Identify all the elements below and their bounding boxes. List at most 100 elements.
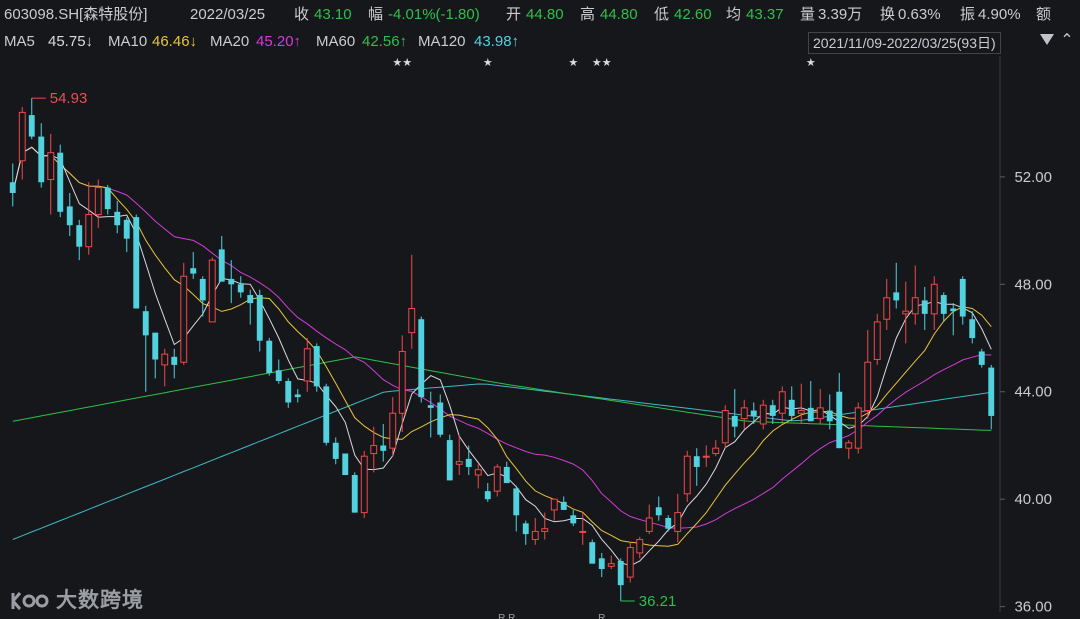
candle-body xyxy=(66,206,73,226)
candle-body xyxy=(370,444,378,455)
candle-body xyxy=(380,445,387,451)
candle-body xyxy=(702,455,710,458)
candle-body xyxy=(522,523,529,535)
candle-body xyxy=(978,351,985,365)
candle xyxy=(484,483,491,502)
candle-body xyxy=(826,410,833,422)
candle-body xyxy=(570,515,577,524)
candle xyxy=(769,399,776,424)
candle-body xyxy=(921,300,928,314)
candle xyxy=(474,464,482,489)
candle xyxy=(759,399,767,430)
ma120-line xyxy=(12,383,992,540)
candle-body xyxy=(275,370,282,382)
candle xyxy=(47,133,55,215)
candle-body xyxy=(38,136,45,183)
candle xyxy=(607,555,615,570)
candle xyxy=(503,461,510,484)
event-star-marker: ★★ xyxy=(592,57,612,69)
candle xyxy=(959,276,966,325)
candle-body xyxy=(427,405,434,408)
candle-body xyxy=(674,512,682,532)
ma60-line xyxy=(12,356,992,431)
candle-body xyxy=(57,152,64,212)
candle-body xyxy=(531,530,539,540)
candle xyxy=(437,394,444,438)
candle-body xyxy=(940,295,947,314)
ma10-line xyxy=(12,146,992,547)
candle-body xyxy=(360,455,368,514)
candle-body xyxy=(902,310,910,315)
candle xyxy=(778,386,786,424)
candle xyxy=(579,512,587,545)
candlestick-chart[interactable]: 52.0048.0044.0040.0036.00 ★★ ★ ★ ★★ ★R RR 54… xyxy=(0,0,1080,619)
candle-body xyxy=(218,249,225,282)
candle xyxy=(864,329,872,419)
candle xyxy=(731,389,738,438)
moving-average-lines xyxy=(12,146,992,567)
max-price-label: 54.93 xyxy=(50,90,88,107)
event-star-marker: ★★ xyxy=(392,57,412,69)
candle-body xyxy=(313,346,320,387)
candle-body xyxy=(769,405,776,416)
candle xyxy=(978,348,985,368)
candle xyxy=(617,558,624,601)
candle xyxy=(721,405,729,449)
candle-body xyxy=(484,491,491,500)
candle xyxy=(218,235,225,282)
candle-body xyxy=(969,319,976,339)
candle xyxy=(57,144,64,218)
candle-body xyxy=(398,350,406,414)
candle-body xyxy=(740,407,748,420)
bottom-marker: R R xyxy=(498,613,515,619)
candle-body xyxy=(579,530,587,533)
candle-body xyxy=(893,292,900,301)
candle xyxy=(589,539,596,564)
candle xyxy=(152,332,159,379)
candle-body xyxy=(247,295,254,304)
candle xyxy=(531,517,539,545)
candle-body xyxy=(161,353,169,366)
candle xyxy=(66,192,73,236)
candle xyxy=(788,386,795,422)
candle-body xyxy=(959,278,966,317)
watermark-text: 大数跨境 xyxy=(56,589,144,612)
candle-body xyxy=(18,111,26,162)
y-tick-label: 48.00 xyxy=(1014,276,1052,293)
candle xyxy=(332,437,339,465)
candle-body xyxy=(807,407,814,422)
candle-body xyxy=(418,319,425,398)
candle-body xyxy=(332,442,339,459)
candle xyxy=(38,123,45,188)
candle-body xyxy=(351,475,358,513)
candle xyxy=(323,383,330,446)
candle xyxy=(940,292,947,322)
candle xyxy=(816,389,824,424)
candle xyxy=(446,434,453,481)
candle-body xyxy=(133,217,140,309)
candle xyxy=(883,278,891,330)
candle-body xyxy=(104,187,111,210)
candle xyxy=(902,281,910,344)
ma5-line xyxy=(12,146,992,567)
candle-body xyxy=(911,297,919,315)
candle-body xyxy=(988,367,995,416)
candle xyxy=(921,286,928,330)
candle xyxy=(740,399,748,430)
candle-body xyxy=(474,469,482,476)
candle xyxy=(427,391,434,438)
candle xyxy=(665,515,672,532)
candle xyxy=(190,252,197,279)
candle-body xyxy=(721,410,729,444)
candle xyxy=(598,552,605,578)
candle xyxy=(275,359,282,384)
y-tick-label: 36.00 xyxy=(1014,599,1052,616)
candle-body xyxy=(266,340,273,373)
candle xyxy=(702,445,710,467)
candle-body xyxy=(617,560,624,586)
candle-body xyxy=(455,461,463,465)
candle-body xyxy=(655,507,662,516)
candle xyxy=(636,536,644,559)
candle xyxy=(161,348,169,387)
candle xyxy=(655,496,662,521)
